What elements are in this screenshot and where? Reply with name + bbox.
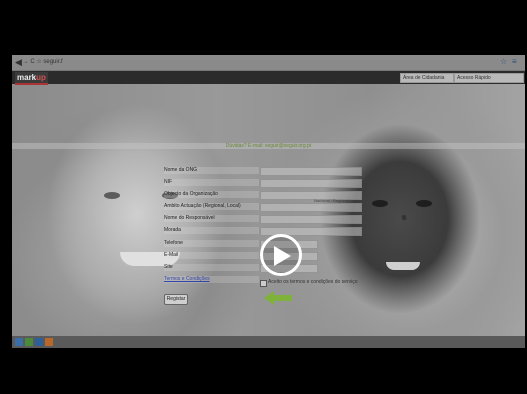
label-site: Site: [164, 264, 259, 271]
logo-accent-text: up: [36, 73, 46, 82]
label-ambito: Âmbito Actuação (Regional, Local): [164, 203, 259, 210]
submit-arrow-icon[interactable]: [264, 291, 292, 305]
label-responsavel: Nome do Responsável: [164, 215, 259, 222]
star-icon[interactable]: ☆: [500, 57, 507, 67]
label-nome-ong: Nome da ONG: [164, 167, 259, 174]
taskbar-app-icon[interactable]: [45, 338, 53, 346]
taskbar-app-icon[interactable]: [35, 338, 43, 346]
photo-detail: [416, 200, 432, 207]
label-telefone: Telefone: [164, 240, 259, 247]
video-frame: ◀ ← → C ☆ seguir.f ☆ ≡ markup Área de Ci…: [12, 55, 525, 348]
browser-toolbar: ◀ ← → C ☆ seguir.f ☆ ≡: [12, 55, 525, 71]
nif-input[interactable]: [260, 179, 362, 188]
responsavel-input[interactable]: [260, 215, 362, 224]
play-icon: [274, 246, 291, 266]
quick-access-select[interactable]: Acesso Rápido: [454, 73, 524, 83]
label-nif: NIF: [164, 179, 259, 186]
taskbar-app-icon[interactable]: [25, 338, 33, 346]
taskbar: [12, 336, 525, 348]
label-email: E-Mail: [164, 252, 259, 259]
menu-icon[interactable]: ≡: [512, 57, 517, 67]
label-morada: Morada: [164, 227, 259, 234]
video-player[interactable]: ◀ ← → C ☆ seguir.f ☆ ≡ markup Área de Ci…: [0, 0, 527, 394]
logo-text: mark: [17, 73, 37, 82]
ambito-input[interactable]: [260, 203, 362, 212]
site-logo[interactable]: markup: [15, 72, 48, 85]
register-button[interactable]: Registar: [164, 294, 188, 305]
nome-ong-input[interactable]: [260, 167, 362, 176]
site-header: markup Área de Cidadania Acesso Rápido: [12, 71, 525, 85]
contact-banner: Dúvidas? E-mail: seguir@seguir.org.pt: [12, 143, 525, 149]
terms-link[interactable]: Termos e Condições: [164, 276, 259, 283]
start-icon[interactable]: [15, 338, 23, 346]
terms-checkbox[interactable]: [260, 280, 267, 287]
label-objecto: Objecto da Organização: [164, 191, 259, 198]
ambito-hint: Nacional / Regional: [314, 198, 349, 203]
photo-detail: [104, 192, 120, 199]
terms-checkbox-label: Aceito os termos e condições do serviço: [268, 279, 358, 285]
address-bar[interactable]: ← → C ☆ seguir.f: [15, 57, 415, 67]
photo-detail: [386, 262, 420, 270]
area-select[interactable]: Área de Cidadania: [400, 73, 454, 83]
play-button[interactable]: [260, 234, 302, 276]
photo-detail: [372, 200, 388, 207]
